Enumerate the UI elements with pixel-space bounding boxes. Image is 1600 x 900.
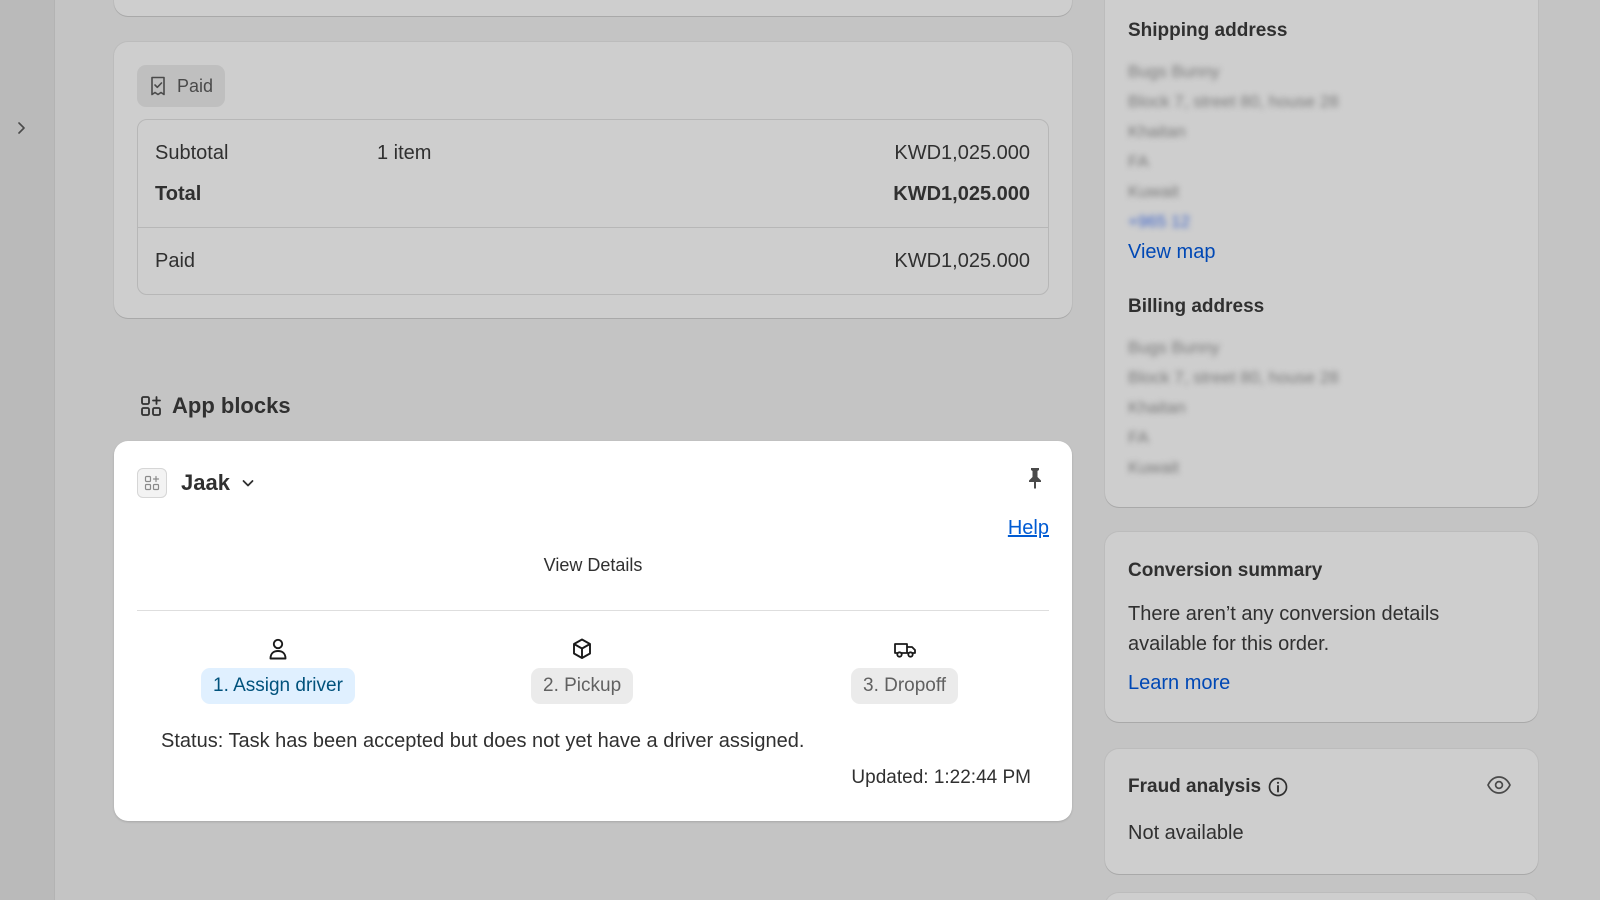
shipping-line: Khaitan (1128, 122, 1186, 141)
conversion-summary-text: There aren’t any conversion details avai… (1128, 603, 1440, 655)
payment-card: Paid Subtotal 1 item KWD1,025.000 Total … (114, 42, 1072, 318)
help-link[interactable]: Help (1008, 517, 1049, 540)
next-card-stub (1105, 893, 1538, 900)
chevron-down-icon[interactable] (240, 475, 256, 491)
address-card: Shipping address Bugs Bunny Block 7, str… (1105, 0, 1538, 507)
step-label: 1. Assign driver (201, 668, 355, 704)
total-label: Total (155, 183, 202, 205)
eye-icon[interactable] (1486, 774, 1512, 796)
paid-badge-label: Paid (177, 75, 214, 96)
package-icon (573, 638, 592, 659)
total-amount: KWD1,025.000 (893, 183, 1030, 205)
app-grid-icon (144, 475, 160, 491)
shipping-line: Kuwait (1128, 182, 1180, 201)
shipping-address-title: Shipping address (1128, 20, 1288, 41)
step-dropoff[interactable]: 3. Dropoff (851, 636, 959, 704)
paid-row: Paid KWD1,025.000 (155, 250, 1030, 273)
subtotal-label: Subtotal (155, 142, 229, 164)
subtotal-amount: KWD1,025.000 (894, 142, 1030, 164)
summary-divider (138, 227, 1048, 228)
fraud-analysis-status: Not available (1128, 822, 1244, 844)
paid-badge: Paid (137, 65, 226, 107)
app-blocks-title: App blocks (172, 393, 291, 418)
step-label: 3. Dropoff (851, 668, 959, 704)
step-label: 2. Pickup (531, 668, 634, 704)
divider (137, 610, 1049, 611)
pin-icon[interactable] (1024, 466, 1046, 490)
billing-line: Khaitan (1128, 398, 1186, 417)
step-pickup[interactable]: 2. Pickup (531, 636, 634, 704)
view-details-button[interactable]: View Details (114, 555, 1072, 576)
billing-line: Kuwait (1128, 458, 1180, 477)
payment-summary: Subtotal 1 item KWD1,025.000 Total KWD1,… (137, 119, 1049, 295)
receipt-check-icon (151, 76, 165, 96)
conversion-summary-card: Conversion summary There aren’t any conv… (1105, 532, 1538, 722)
fraud-analysis-card: Fraud analysis Not available (1105, 749, 1538, 874)
shipping-line: Block 7, street 80, house 28 (1128, 92, 1339, 111)
step-assign-driver[interactable]: 1. Assign driver (201, 636, 355, 704)
billing-line: Bugs Bunny (1128, 338, 1220, 357)
truck-icon (893, 643, 916, 658)
learn-more-link[interactable]: Learn more (1128, 672, 1230, 695)
shipping-line: FA (1128, 152, 1149, 171)
conversion-summary-title: Conversion summary (1128, 560, 1323, 581)
paid-amount: KWD1,025.000 (894, 250, 1030, 272)
subtotal-items: 1 item (377, 142, 432, 164)
total-row: Total KWD1,025.000 (155, 183, 1030, 206)
billing-line: Block 7, street 80, house 28 (1128, 368, 1339, 387)
subtotal-row: Subtotal 1 item KWD1,025.000 (155, 142, 1030, 165)
info-icon[interactable] (1267, 776, 1289, 798)
shipping-line: Bugs Bunny (1128, 62, 1220, 81)
fraud-analysis-heading: Fraud analysis (1128, 776, 1289, 798)
jaak-app-block: Jaak Help View Details 1. Assign driver … (114, 441, 1072, 821)
paid-label: Paid (155, 250, 196, 272)
previous-card-stub (114, 0, 1072, 16)
task-status: Status: Task has been accepted but does … (161, 730, 805, 752)
shipping-phone[interactable]: +965 12 (1128, 212, 1190, 232)
billing-line: FA (1128, 428, 1149, 447)
billing-address-title: Billing address (1128, 296, 1265, 317)
updated-time: Updated: 1:22:44 PM (851, 767, 1031, 788)
app-blocks-heading: App blocks (140, 393, 291, 419)
person-icon (269, 638, 287, 660)
app-name: Jaak (181, 470, 230, 495)
jaak-header[interactable]: Jaak (137, 468, 256, 498)
fraud-analysis-title: Fraud analysis (1128, 776, 1262, 797)
left-rail (0, 0, 55, 900)
chevron-right-icon[interactable] (14, 120, 30, 136)
view-map-link[interactable]: View map (1128, 241, 1215, 264)
app-icon (137, 468, 167, 498)
app-blocks-icon (141, 396, 161, 416)
